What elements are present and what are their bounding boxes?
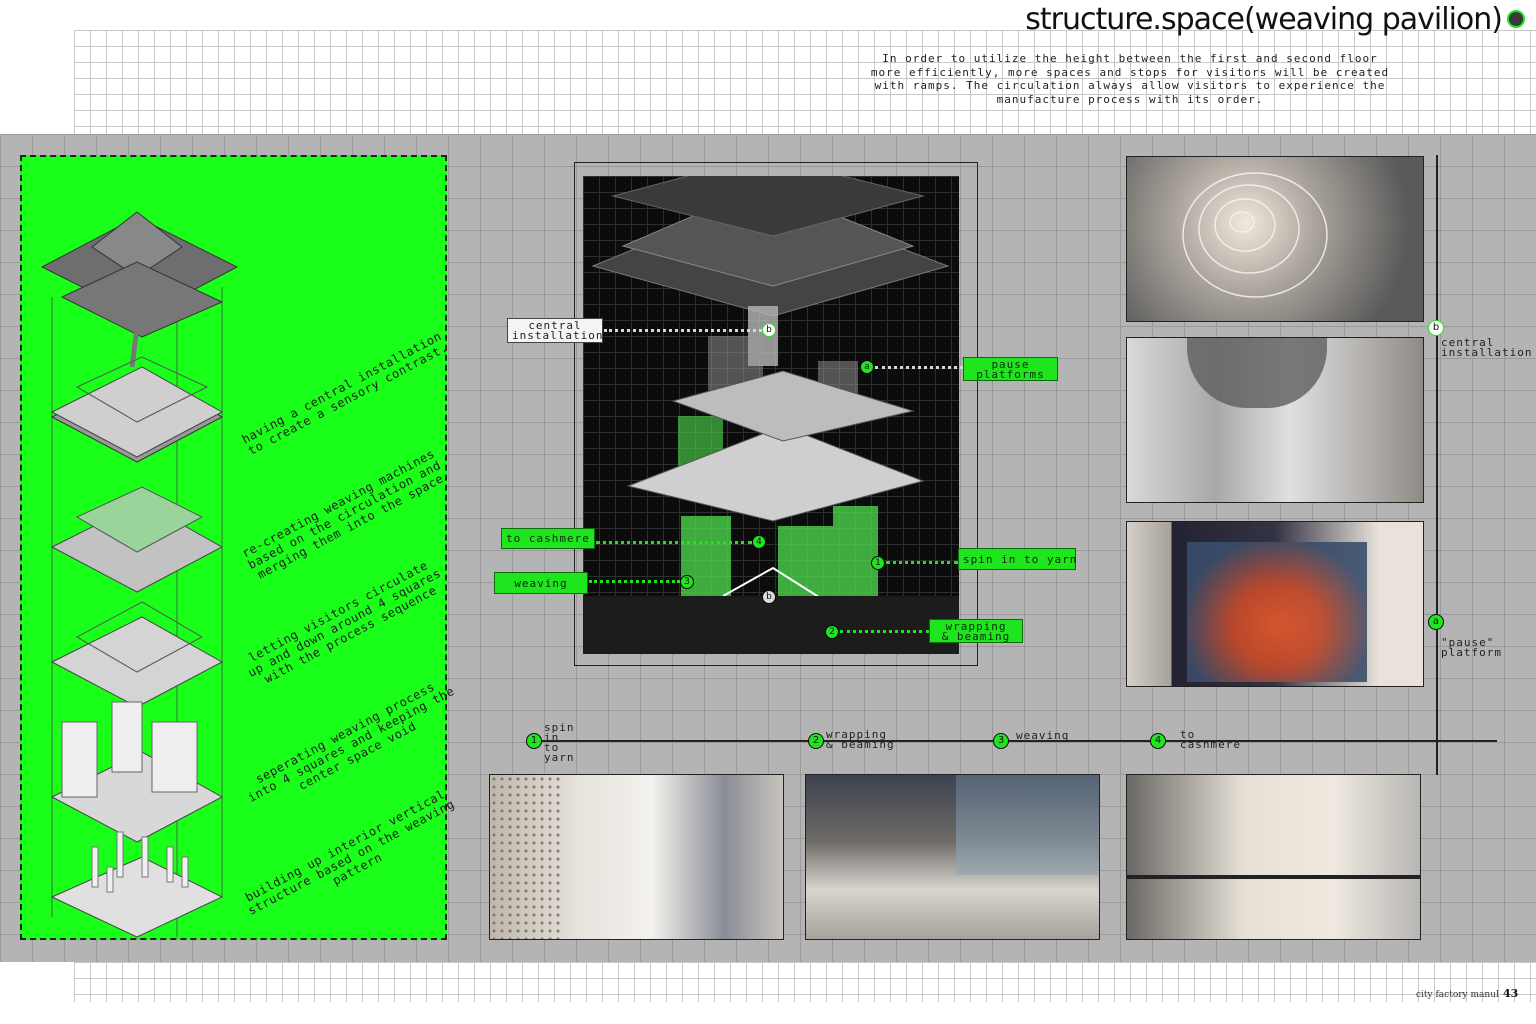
hanging-installation-shape — [1187, 338, 1327, 408]
timeline-marker-4: 4 — [1150, 733, 1166, 749]
label-central-installation: central installation — [507, 318, 603, 343]
photo-wrapping-beaming — [805, 774, 1100, 940]
thread-wall-illustration — [1187, 542, 1367, 682]
footer-text: city factory manul — [1416, 990, 1499, 1000]
window-view-illustration — [956, 775, 1099, 875]
leader-spin — [886, 561, 958, 564]
marker-3-axo: 3 — [680, 575, 694, 589]
exploded-axonometric-panel: having a central installation to create … — [20, 155, 457, 940]
leader-central-installation — [604, 329, 762, 332]
timeline-label-4: to cashmere — [1180, 728, 1241, 751]
leader-to-cashmere — [596, 541, 752, 544]
marker-b-top: b — [762, 323, 776, 337]
railing-illustration — [1127, 875, 1420, 879]
leader-pause-platforms — [875, 366, 963, 369]
page-title: structure.space(weaving pavilion) — [1025, 2, 1503, 37]
photo-weaving-hall — [1126, 337, 1424, 503]
timeline-label-2: wrapping & beaming — [826, 728, 895, 751]
timeline-marker-3: 3 — [993, 733, 1009, 749]
side-label-pause-platform: "pause" platform — [1441, 636, 1502, 659]
marker-b-bottom: b — [762, 590, 776, 604]
marker-1-axo: 1 — [871, 556, 885, 570]
bottom-grid-background — [74, 962, 1536, 1002]
timeline-marker-2: 2 — [808, 733, 824, 749]
photo-central-installation — [1126, 156, 1424, 322]
intro-text: In order to utilize the height between t… — [870, 52, 1390, 106]
timeline-marker-1: 1 — [526, 733, 542, 749]
label-spin-in-to-yarn: spin in to yarn — [958, 548, 1076, 570]
timeline-line — [527, 740, 1497, 742]
leader-weaving — [589, 580, 680, 583]
label-pause-platforms: pause platforms — [963, 357, 1058, 381]
page-number: 43 — [1503, 987, 1519, 1000]
marker-a: a — [860, 360, 874, 374]
right-axis-line — [1436, 155, 1438, 775]
label-wrapping-beaming: wrapping & beaming — [929, 619, 1023, 643]
timeline-label-3: weaving — [1016, 729, 1070, 742]
photo-to-cashmere — [1126, 774, 1421, 940]
spiral-installation-illustration — [1182, 172, 1328, 298]
leader-wrapping — [840, 630, 929, 633]
photo-spin-in-to-yarn — [489, 774, 784, 940]
timeline-label-1: spin in to yarn — [544, 721, 575, 764]
marker-2-axo: 2 — [825, 625, 839, 639]
marker-a-axis: a — [1428, 614, 1444, 630]
title-dot-icon — [1507, 10, 1525, 28]
yarn-wall-illustration — [490, 775, 560, 939]
marker-4-axo: 4 — [752, 535, 766, 549]
label-weaving: weaving — [494, 572, 588, 594]
photo-pause-platform — [1126, 521, 1424, 687]
side-label-central-installation: central installation — [1441, 336, 1533, 359]
label-to-cashmere: to cashmere — [501, 528, 595, 549]
marker-b-axis: b — [1428, 320, 1444, 336]
